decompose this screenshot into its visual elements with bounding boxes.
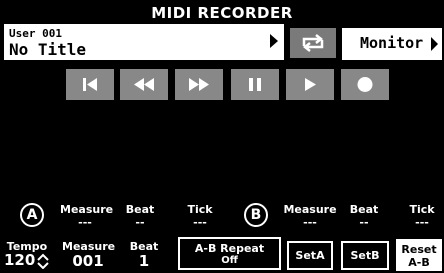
point-b-measure-value: --- [303,216,317,229]
page-title: MIDI RECORDER [151,4,293,22]
set-a-button[interactable]: SetA [287,241,333,270]
point-b-badge: B [244,203,268,227]
set-b-button[interactable]: SetB [341,241,389,270]
point-a-tick-label: Tick [187,203,213,216]
chevron-right-icon [431,37,438,51]
song-selector[interactable]: User 001 No Title [4,24,284,60]
pause-icon [249,78,261,91]
pause-button[interactable] [231,69,279,100]
reset-ab-button[interactable]: Reset A-B [396,239,442,271]
reset-ab-label-line2: A-B [408,256,430,269]
ab-repeat-button[interactable]: A-B Repeat Off [178,237,281,270]
monitor-label: Monitor [360,34,424,52]
loop-button[interactable] [290,28,336,58]
chevron-right-icon [270,34,278,48]
point-a-badge: A [20,203,44,227]
tempo-value: 120 [4,251,36,269]
ab-repeat-state: Off [221,255,238,266]
position-beat-value: 1 [138,252,150,270]
point-b-beat-value: -- [359,216,369,229]
fast-forward-icon [189,78,209,91]
point-a-beat-label: Beat [125,203,155,216]
position-measure-value: 001 [72,252,104,270]
point-b-tick-value: --- [415,216,429,229]
tempo-control[interactable]: 120 [4,251,62,271]
to-start-button[interactable] [66,69,114,100]
point-b-beat-label: Beat [349,203,379,216]
loop-icon [302,34,324,52]
point-b-tick-label: Tick [409,203,435,216]
play-button[interactable] [286,69,334,100]
rewind-icon [134,78,154,91]
song-name: No Title [9,40,87,59]
ab-repeat-label: A-B Repeat [194,242,265,255]
rewind-button[interactable] [120,69,168,100]
record-icon [357,77,373,92]
point-a-beat-value: -- [135,216,145,229]
point-a-measure-value: --- [78,216,92,229]
to-start-icon [83,78,97,91]
play-icon [305,78,316,91]
record-button[interactable] [341,69,389,100]
point-a-tick-value: --- [193,216,207,229]
song-user-label: User 001 [9,27,62,40]
monitor-button[interactable]: Monitor [342,28,442,60]
reset-ab-label-line1: Reset [401,243,437,256]
fast-forward-button[interactable] [175,69,223,100]
point-a-measure-label: Measure [60,203,114,216]
point-b-measure-label: Measure [283,203,337,216]
up-down-icon [37,253,49,269]
